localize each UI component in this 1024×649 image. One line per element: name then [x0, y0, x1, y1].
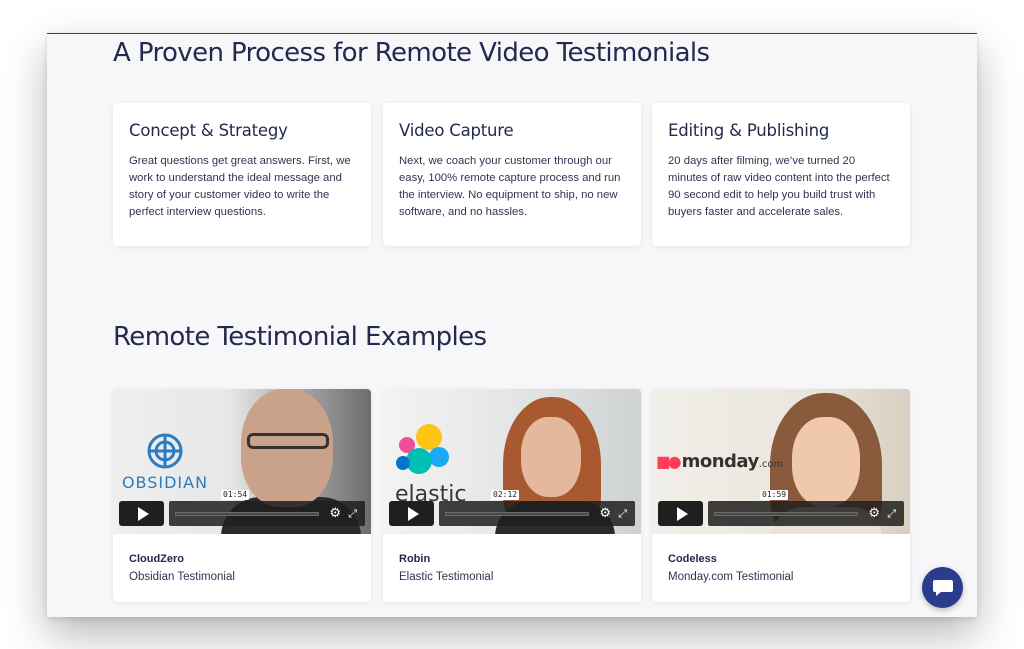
video-caption: Obsidian Testimonial: [129, 571, 235, 583]
video-progress-bar[interactable]: [714, 512, 858, 516]
video-card-elastic: elastic 02:12 ⚙ ⤢ Robin Elastic Testimon…: [383, 389, 641, 602]
video-control-bar: 01:59 ⚙ ⤢: [708, 490, 904, 526]
video-thumbnail[interactable]: ▮▮● monday .com 01:59 ⚙ ⤢: [652, 389, 910, 534]
video-thumbnail[interactable]: elastic 02:12 ⚙ ⤢: [383, 389, 641, 534]
video-card-monday: ▮▮● monday .com 01:59 ⚙ ⤢ Codeless Monda…: [652, 389, 910, 602]
video-duration: 01:59: [760, 490, 789, 500]
video-card-obsidian: OBSIDIAN 01:54 ⚙ ⤢ CloudZero Obsidian Te…: [113, 389, 371, 602]
video-control-bar: 01:54 ⚙ ⤢: [169, 490, 365, 526]
video-progress-bar[interactable]: [445, 512, 589, 516]
obsidian-logo: OBSIDIAN: [119, 433, 211, 492]
video-company: CloudZero: [129, 553, 184, 565]
process-card-body: Great questions get great answers. First…: [129, 155, 351, 218]
gear-icon[interactable]: ⚙: [329, 506, 341, 521]
play-icon: [407, 506, 419, 521]
gear-icon[interactable]: ⚙: [599, 506, 611, 521]
video-caption: Elastic Testimonial: [399, 571, 494, 583]
process-card-capture: Video Capture Next, we coach your custom…: [383, 103, 641, 246]
video-duration: 02:12: [491, 490, 520, 500]
play-button[interactable]: [389, 501, 434, 526]
video-duration: 01:54: [221, 490, 250, 500]
monday-logo-suffix: .com: [758, 459, 784, 470]
chat-button[interactable]: [922, 567, 963, 608]
fullscreen-icon[interactable]: ⤢: [887, 506, 896, 521]
play-button[interactable]: [119, 501, 164, 526]
process-section-title: A Proven Process for Remote Video Testim…: [113, 38, 710, 68]
monday-logo-icon: ▮▮●: [656, 452, 682, 471]
play-button[interactable]: [658, 501, 703, 526]
process-card-body: Next, we coach your customer through our…: [399, 155, 621, 218]
play-icon: [676, 506, 688, 521]
obsidian-logo-text: OBSIDIAN: [121, 473, 209, 492]
process-card-editing: Editing & Publishing 20 days after filmi…: [652, 103, 910, 246]
process-card-title: Editing & Publishing: [668, 121, 830, 140]
video-controls: 02:12 ⚙ ⤢: [389, 490, 635, 526]
process-card-body: 20 days after filming, we’ve turned 20 m…: [668, 155, 890, 218]
video-controls: 01:59 ⚙ ⤢: [658, 490, 904, 526]
video-company: Robin: [399, 553, 431, 565]
speaker-glasses: [247, 433, 329, 449]
speaker-head: [792, 417, 860, 507]
elastic-logo: elastic: [395, 423, 466, 507]
process-card-title: Concept & Strategy: [129, 121, 288, 140]
page-frame: A Proven Process for Remote Video Testim…: [47, 33, 977, 617]
monday-logo-text: monday: [681, 451, 760, 472]
chat-icon: [932, 579, 953, 596]
video-caption: Monday.com Testimonial: [668, 571, 794, 583]
obsidian-logo-icon: [147, 433, 183, 469]
video-progress-bar[interactable]: [175, 512, 319, 516]
fullscreen-icon[interactable]: ⤢: [618, 506, 627, 521]
examples-section-title: Remote Testimonial Examples: [113, 322, 487, 352]
gear-icon[interactable]: ⚙: [868, 506, 880, 521]
process-card-title: Video Capture: [399, 121, 514, 140]
fullscreen-icon[interactable]: ⤢: [348, 506, 357, 521]
elastic-logo-icon: [396, 424, 449, 474]
video-thumbnail[interactable]: OBSIDIAN 01:54 ⚙ ⤢: [113, 389, 371, 534]
video-controls: 01:54 ⚙ ⤢: [119, 490, 365, 526]
play-icon: [137, 506, 149, 521]
video-control-bar: 02:12 ⚙ ⤢: [439, 490, 635, 526]
video-company: Codeless: [668, 553, 717, 565]
process-card-concept: Concept & Strategy Great questions get g…: [113, 103, 371, 246]
monday-logo: ▮▮● monday .com: [656, 451, 783, 472]
speaker-head: [521, 417, 581, 497]
